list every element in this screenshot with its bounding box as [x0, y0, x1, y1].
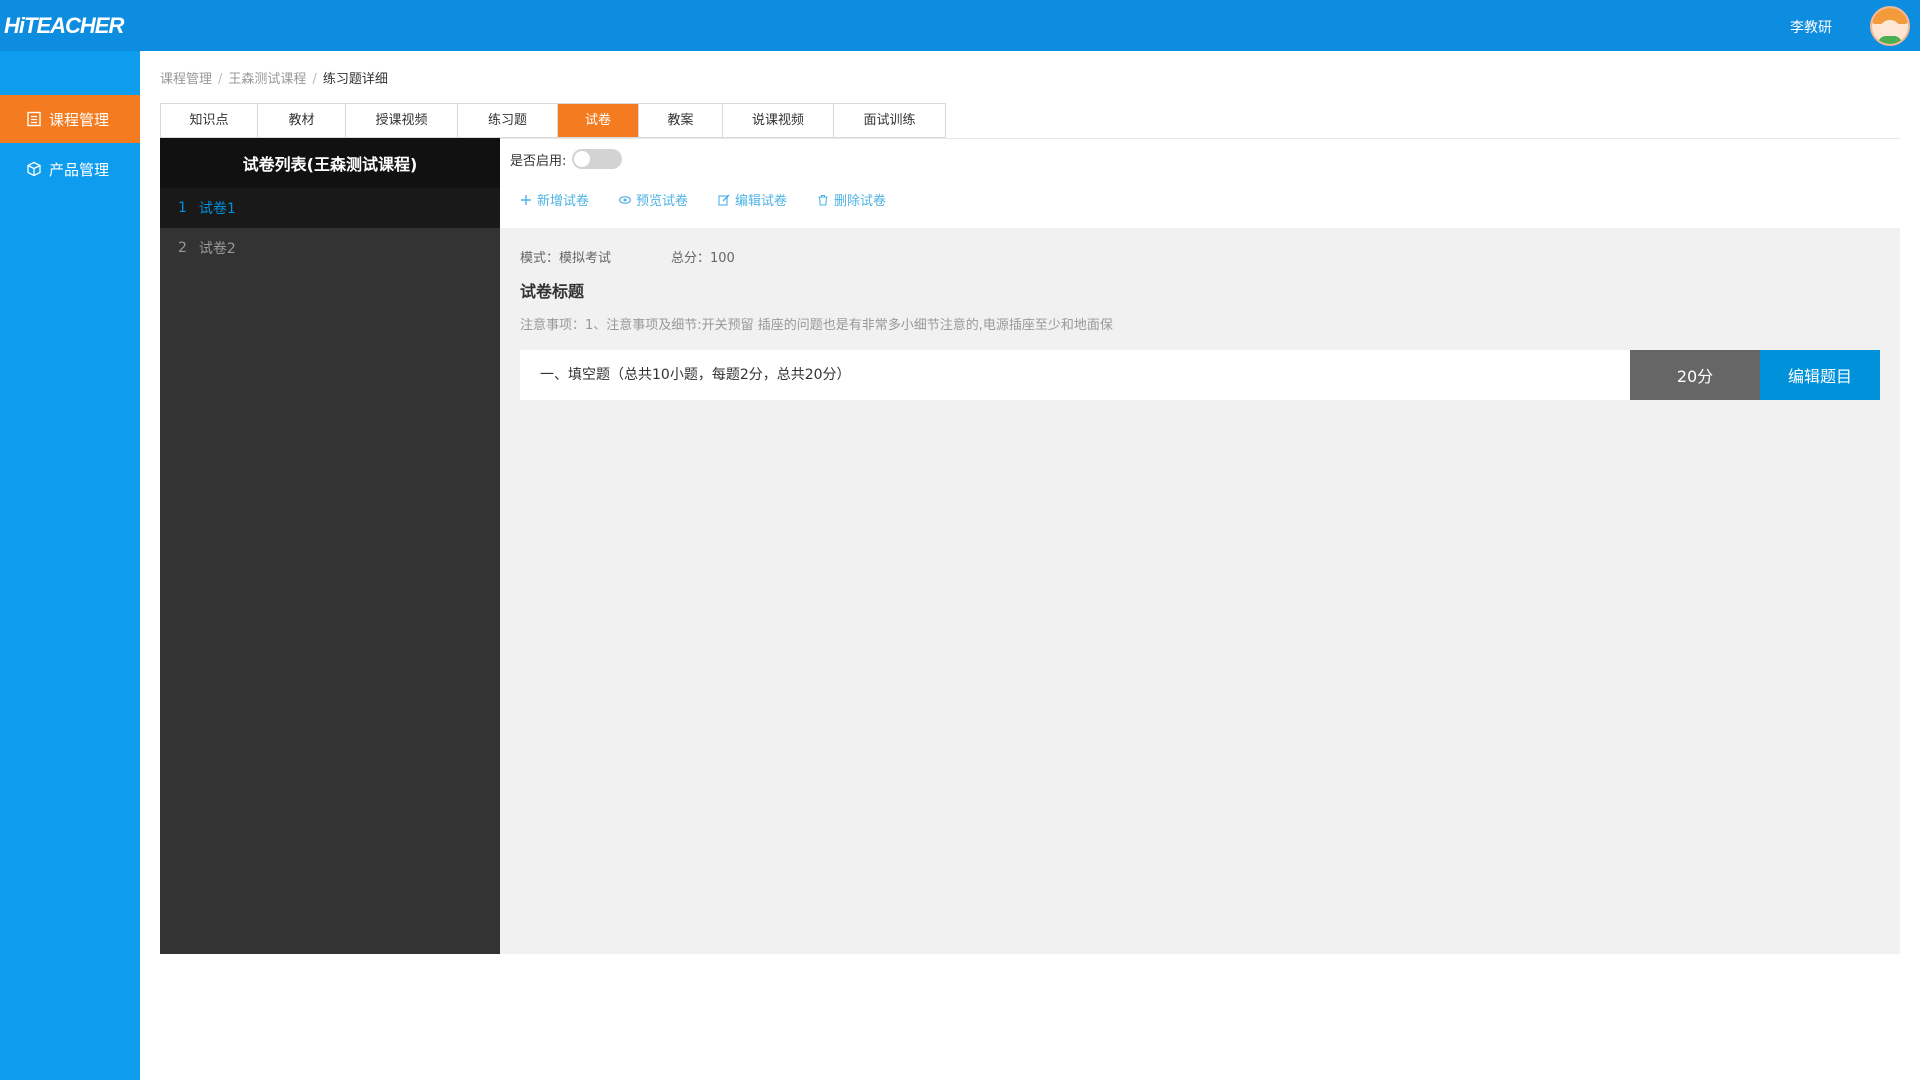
paper-list-panel: 试卷列表(王森测试课程) 1 试卷1 2 试卷2: [160, 138, 500, 954]
paper-mode: 模式：模拟考试: [520, 251, 612, 266]
sidebar-item-label: 产品管理: [49, 160, 110, 179]
breadcrumb-current: 练习题详细: [322, 72, 388, 87]
paper-index: 1: [178, 200, 187, 216]
paper-meta: 模式：模拟考试 总分：100: [520, 247, 735, 266]
top-bar: HiTEACHER 李教研: [0, 0, 1920, 51]
add-paper-button[interactable]: 新增试卷: [520, 190, 589, 209]
toggle-knob: [574, 151, 591, 167]
paper-index: 2: [178, 240, 187, 256]
list-icon: [27, 111, 41, 127]
paper-detail-panel: 是否启用: 新增试卷 预览试卷 编辑试卷 删除试卷 模式：模拟考试 总分：100…: [500, 138, 1900, 954]
preview-paper-label: 预览试卷: [636, 194, 689, 209]
paper-list-title: 试卷列表(王森测试课程): [160, 138, 500, 188]
tab-knowledge-points[interactable]: 知识点: [161, 104, 258, 137]
sidebar: ☰ 课程管理 产品管理: [0, 51, 140, 1080]
paper-list-item[interactable]: 1 试卷1: [160, 188, 500, 228]
tab-interview-training[interactable]: 面试训练: [834, 104, 946, 137]
paper-name: 试卷1: [198, 201, 236, 217]
enable-row: 是否启用:: [510, 149, 623, 169]
section-label: 一、填空题（总共10小题，每题2分，总共20分）: [540, 367, 851, 383]
paper-total-score: 总分：100: [671, 251, 735, 266]
avatar[interactable]: [1870, 6, 1910, 46]
breadcrumb-separator: /: [218, 72, 223, 87]
paper-list-item[interactable]: 2 试卷2: [160, 228, 500, 268]
paper-name: 试卷2: [198, 241, 236, 257]
user-name[interactable]: 李教研: [1790, 17, 1832, 37]
sidebar-item-course-management[interactable]: 课程管理: [0, 95, 140, 143]
trash-icon: [818, 194, 828, 206]
app-logo[interactable]: HiTEACHER: [4, 13, 124, 39]
paper-note: 注意事项：1、注意事项及细节:开关预留 插座的问题也是有非常多小细节注意的,电源…: [520, 318, 1113, 333]
breadcrumb-separator: /: [312, 72, 317, 87]
eye-icon: [619, 195, 631, 204]
paper-actions: 新增试卷 预览试卷 编辑试卷 删除试卷: [520, 190, 886, 209]
tab-textbook[interactable]: 教材: [258, 104, 346, 137]
enable-label: 是否启用:: [510, 153, 567, 169]
paper-title: 试卷标题: [520, 282, 585, 301]
tab-exercises[interactable]: 练习题: [458, 104, 558, 137]
edit-paper-button[interactable]: 编辑试卷: [718, 190, 787, 209]
breadcrumb-item[interactable]: 王森测试课程: [228, 72, 306, 87]
plus-icon: [521, 194, 531, 205]
breadcrumb: 课程管理 / 王森测试课程 / 练习题详细: [160, 68, 388, 87]
edit-icon: [718, 194, 730, 206]
enable-toggle[interactable]: [572, 149, 623, 169]
sidebar-item-label: 课程管理: [49, 110, 110, 129]
section-score: 20分: [1630, 350, 1760, 400]
tab-papers[interactable]: 试卷: [558, 104, 639, 137]
add-paper-label: 新增试卷: [537, 194, 590, 209]
delete-paper-button[interactable]: 删除试卷: [817, 190, 886, 209]
edit-paper-label: 编辑试卷: [735, 194, 788, 209]
tab-lecture-video[interactable]: 授课视频: [346, 104, 458, 137]
delete-paper-label: 删除试卷: [834, 194, 887, 209]
tab-lesson-plan[interactable]: 教案: [639, 104, 723, 137]
breadcrumb-item[interactable]: 课程管理: [160, 72, 212, 87]
sidebar-item-product-management[interactable]: 产品管理: [0, 145, 140, 193]
edit-questions-button[interactable]: 编辑题目: [1760, 350, 1880, 400]
paper-toolbar: 是否启用: 新增试卷 预览试卷 编辑试卷 删除试卷: [500, 138, 1900, 228]
avatar-body: [1878, 36, 1902, 44]
preview-paper-button[interactable]: 预览试卷: [619, 190, 688, 209]
tab-talk-video[interactable]: 说课视频: [723, 104, 834, 137]
tab-bar: 知识点 教材 授课视频 练习题 试卷 教案 说课视频 面试训练: [160, 103, 946, 138]
box-icon: [27, 161, 41, 177]
question-section-row: 一、填空题（总共10小题，每题2分，总共20分） 20分 编辑题目: [520, 350, 1880, 400]
